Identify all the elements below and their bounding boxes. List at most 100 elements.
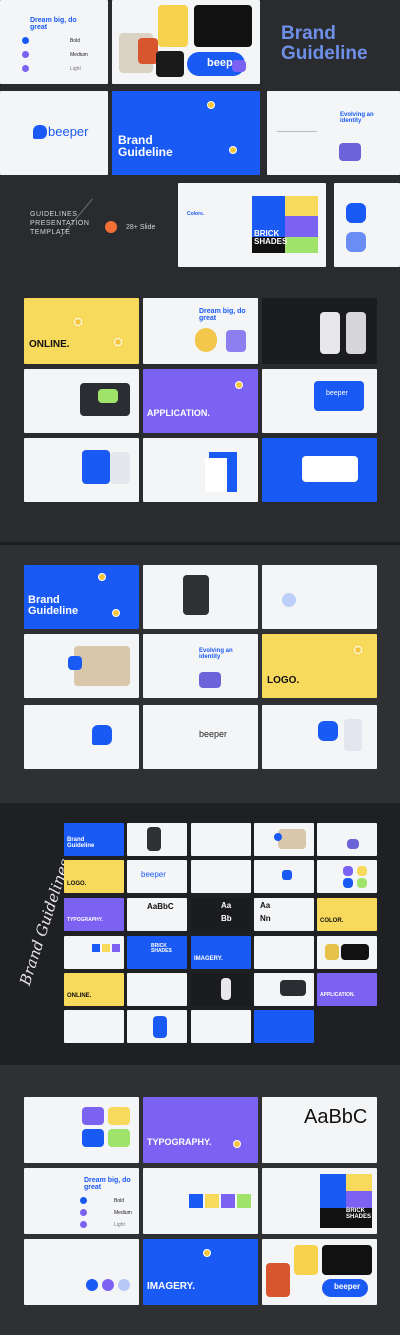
slide-heading: Evolving an identity: [340, 112, 374, 125]
specimen-text: AaBbC: [304, 1106, 368, 1128]
swatch: [189, 1194, 203, 1208]
thumb-letterhead[interactable]: [191, 1010, 251, 1043]
thumb-mark[interactable]: [191, 860, 251, 893]
slide-title: IMAGERY.: [147, 1281, 195, 1292]
thumb-typeface[interactable]: AaBbC: [127, 898, 187, 931]
thumb-cover[interactable]: Brand Guideline: [64, 823, 124, 856]
bag-mock: [82, 450, 110, 484]
photo-block: [138, 38, 158, 64]
slide-colors-2[interactable]: BRICK SHADES: [262, 1168, 377, 1234]
beeper-logo-icon: [33, 125, 47, 139]
thumb-palette[interactable]: [64, 936, 124, 969]
thumb-mobile[interactable]: [191, 973, 251, 1006]
slide-heading: Dream big, do great: [30, 17, 77, 32]
swatch: [112, 944, 120, 952]
avatar: [207, 101, 215, 109]
slide-cover[interactable]: Brand Guideline: [112, 91, 260, 175]
thumb-title: BRICK SHADES: [151, 943, 172, 955]
letter-mock: [205, 458, 227, 492]
slide-evolving-2[interactable]: Evolving an identity: [143, 634, 258, 698]
thumb-title: TYPOGRAPHY.: [67, 917, 103, 923]
slide-logo-mark[interactable]: [24, 705, 139, 769]
slide-content[interactable]: [262, 565, 377, 629]
thumb-title: IMAGERY.: [194, 956, 223, 962]
slide-cover-2[interactable]: Brand Guideline: [24, 565, 139, 629]
slide-typeface[interactable]: Dream big, do great Bold Medium Light: [0, 0, 108, 84]
thumb-title: LOGO.: [67, 881, 87, 887]
slide-imagery-collage[interactable]: beeper: [112, 0, 260, 84]
slide-mobile[interactable]: [262, 298, 377, 364]
slide-logo[interactable]: LOGO.: [262, 634, 377, 698]
thumb-online[interactable]: ONLINE.: [64, 973, 124, 1006]
thumb-image[interactable]: [317, 860, 377, 893]
avatar: [233, 1140, 241, 1148]
avatar: [354, 646, 362, 654]
bullet-dot: [80, 1197, 87, 1204]
slide-app-mark[interactable]: [262, 705, 377, 769]
weight-label: Bold: [70, 38, 81, 44]
slide-online[interactable]: ONLINE.: [24, 298, 139, 364]
slide-specimen[interactable]: AaBbC: [262, 1097, 377, 1163]
slide-evolving[interactable]: Evolving an identity: [267, 91, 400, 175]
thumb-screen[interactable]: [254, 1010, 314, 1043]
photo-block: [156, 51, 184, 77]
thumb-specimen: Aa: [221, 901, 232, 910]
slide-dream[interactable]: Dream big, do great: [143, 298, 258, 364]
slide-how-it-works[interactable]: [24, 1239, 139, 1305]
bullet-dot: [22, 65, 29, 72]
slide-title: LOGO.: [267, 675, 300, 686]
swatch: [285, 196, 318, 216]
slide-message[interactable]: [143, 565, 258, 629]
thumb-website[interactable]: [254, 973, 314, 1006]
thumb-application[interactable]: APPLICATION.: [317, 973, 377, 1006]
laptop-mock: [280, 980, 306, 996]
swatch: [221, 1194, 235, 1208]
thumb-aa[interactable]: Aa Bb: [191, 898, 251, 931]
slide-app-icons[interactable]: [334, 183, 400, 267]
slide-website[interactable]: [24, 369, 139, 433]
slide-title: ONLINE.: [29, 339, 70, 350]
bullet-dot: [22, 51, 29, 58]
slide-stationery[interactable]: [24, 438, 139, 502]
thumb-content[interactable]: [191, 823, 251, 856]
slide-letterhead[interactable]: [143, 438, 258, 502]
thumb-app-mark[interactable]: [254, 860, 314, 893]
thumb-bizcard[interactable]: [64, 1010, 124, 1043]
thumb-evolving[interactable]: [317, 823, 377, 856]
thumb-aa-light[interactable]: Aa Nn: [254, 898, 314, 931]
slide-mission[interactable]: [24, 634, 139, 698]
thumb-stationery[interactable]: [127, 1010, 187, 1043]
weight-label: Medium: [70, 52, 88, 58]
slide-logo-beeper[interactable]: beeper: [0, 91, 108, 175]
beeper-wordmark: beeper: [48, 124, 89, 139]
slide-mark[interactable]: beeper: [143, 705, 258, 769]
thumb-specimen: Aa: [260, 901, 271, 910]
slide-bizcard[interactable]: beeper: [262, 369, 377, 433]
thumb-how-it-works[interactable]: [254, 936, 314, 969]
thumb-imagery[interactable]: IMAGERY.: [191, 936, 251, 969]
tile: [357, 878, 367, 888]
thumb-brick[interactable]: BRICK SHADES: [127, 936, 187, 969]
thumb-logo-mark[interactable]: beeper: [127, 860, 187, 893]
thumb-typography[interactable]: TYPOGRAPHY.: [64, 898, 124, 931]
thumb-message[interactable]: [127, 823, 187, 856]
slide-imagery[interactable]: IMAGERY.: [143, 1239, 258, 1305]
thumb-mission[interactable]: [254, 823, 314, 856]
slide-screen[interactable]: [262, 438, 377, 502]
weight-label: Light: [114, 1222, 125, 1228]
bullet-dot: [22, 37, 29, 44]
tile: [343, 866, 353, 876]
thumb-color[interactable]: COLOR.: [317, 898, 377, 931]
slide-palette[interactable]: [143, 1168, 258, 1234]
slide-collage[interactable]: beeper: [262, 1239, 377, 1305]
slide-colors[interactable]: Colors. BRICK SHADES: [178, 183, 326, 267]
slide-application[interactable]: APPLICATION.: [143, 369, 258, 433]
template-line: GUIDELINES: [30, 211, 78, 218]
thumb-dream[interactable]: [127, 973, 187, 1006]
slide-image-tiles[interactable]: [24, 1097, 139, 1163]
photo-block: [226, 330, 246, 352]
thumb-collage[interactable]: [317, 936, 377, 969]
slide-weights[interactable]: Dream big, do great Bold Medium Light: [24, 1168, 139, 1234]
thumb-logo[interactable]: LOGO.: [64, 860, 124, 893]
slide-typography[interactable]: TYPOGRAPHY.: [143, 1097, 258, 1163]
